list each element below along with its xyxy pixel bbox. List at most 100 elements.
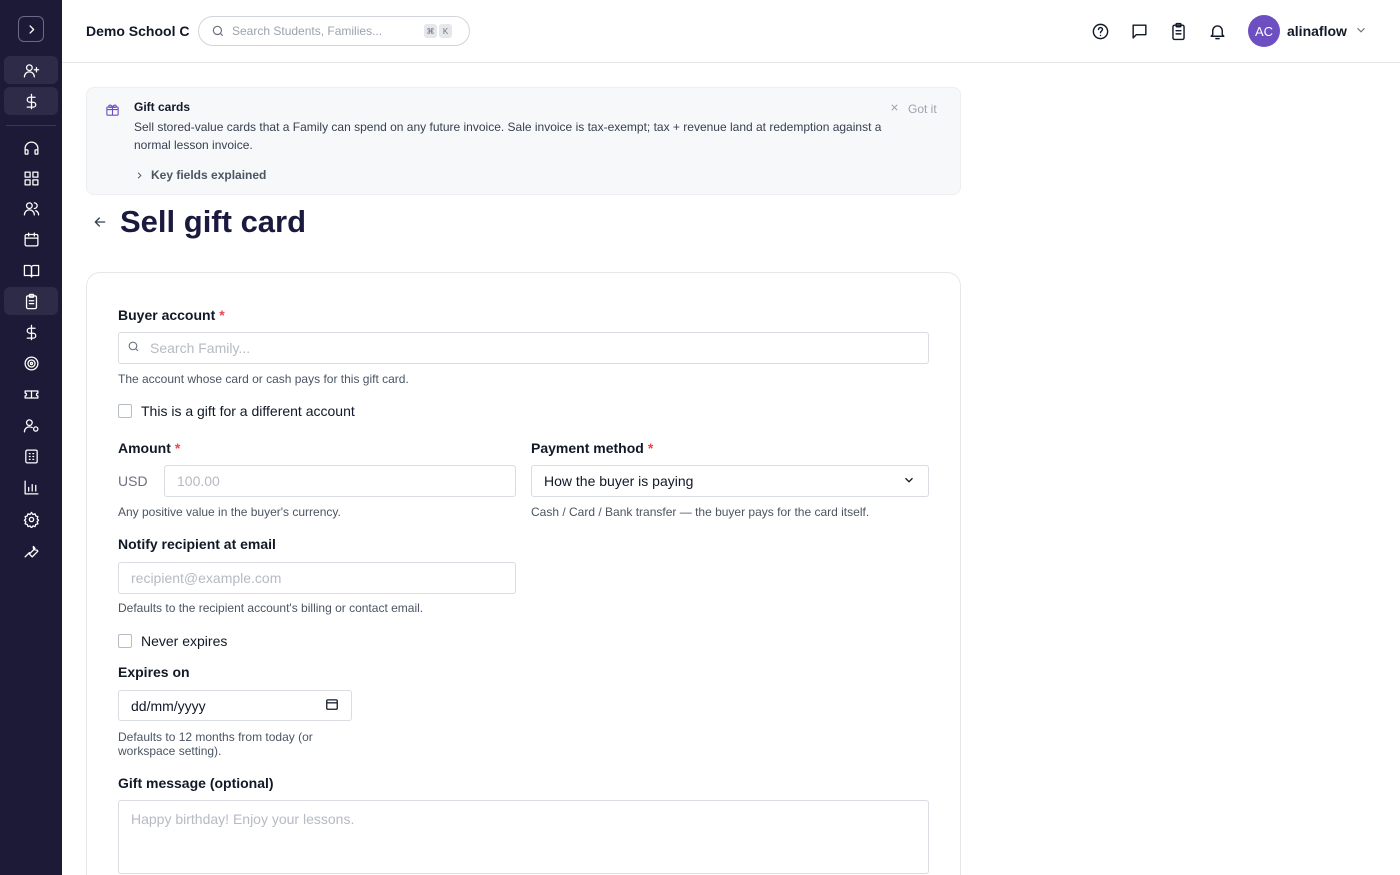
sidebar-toggle-button[interactable] xyxy=(18,16,44,42)
notifications-button[interactable] xyxy=(1206,20,1228,42)
payment-method-select[interactable]: How the buyer is paying xyxy=(531,465,929,497)
sidebar-item-reports[interactable] xyxy=(4,473,58,501)
sidebar-item-staff[interactable] xyxy=(4,411,58,439)
buyer-account-label-text: Buyer account xyxy=(118,307,216,323)
avatar[interactable]: AC xyxy=(1248,15,1280,47)
amount-placeholder: 100.00 xyxy=(177,473,220,489)
amount-help: Any positive value in the buyer's curren… xyxy=(118,505,341,519)
required-mark: * xyxy=(647,440,654,456)
sidebar-item-payments[interactable] xyxy=(4,318,58,346)
payment-method-label: Payment method * xyxy=(531,440,653,456)
sidebar-item-tickets[interactable] xyxy=(4,380,58,408)
payment-method-label-text: Payment method xyxy=(531,440,644,456)
chevron-down-icon xyxy=(902,473,916,490)
book-icon xyxy=(23,264,39,278)
arrow-left-icon xyxy=(94,217,106,227)
user-settings-icon xyxy=(23,418,39,433)
recipient-email-placeholder: recipient@example.com xyxy=(131,570,282,586)
wrench-icon xyxy=(23,545,39,558)
amount-input[interactable]: 100.00 xyxy=(164,465,516,497)
close-icon xyxy=(889,102,900,116)
payment-method-help: Cash / Card / Bank transfer — the buyer … xyxy=(531,505,870,519)
chevron-right-icon xyxy=(137,171,142,179)
sidebar-item-dashboard[interactable] xyxy=(4,164,58,192)
payment-method-value: How the buyer is paying xyxy=(544,473,694,489)
gear-icon xyxy=(23,511,39,528)
sidebar-divider xyxy=(6,125,56,126)
global-search-input[interactable]: Search Students, Families... ⌘ K xyxy=(198,16,470,46)
messages-button[interactable] xyxy=(1128,20,1150,42)
search-icon xyxy=(127,340,140,356)
chevron-right-icon xyxy=(28,24,34,34)
sidebar-item-support[interactable] xyxy=(4,134,58,162)
sidebar-item-add-user[interactable] xyxy=(4,56,58,84)
chevron-down-icon xyxy=(1357,27,1365,33)
checkbox-box[interactable] xyxy=(118,634,132,648)
sidebar xyxy=(0,0,62,875)
headset-icon xyxy=(23,140,39,155)
bell-icon xyxy=(1209,24,1225,39)
shortcut-key: ⌘ xyxy=(424,24,437,38)
building-icon xyxy=(24,448,38,464)
dismiss-banner-button[interactable]: Got it xyxy=(889,102,937,116)
search-placeholder: Search Students, Families... xyxy=(232,24,383,38)
sidebar-item-people[interactable] xyxy=(4,194,58,222)
gift-message-placeholder: Happy birthday! Enjoy your lessons. xyxy=(131,811,355,827)
sidebar-item-billing[interactable] xyxy=(4,87,58,115)
sidebar-item-tools[interactable] xyxy=(4,536,58,564)
gift-message-label: Gift message (optional) xyxy=(118,775,274,791)
dollar-icon xyxy=(26,93,36,109)
banner-title: Gift cards xyxy=(134,100,191,114)
expires-on-help: Defaults to 12 months from today (or wor… xyxy=(118,730,313,758)
back-button[interactable] xyxy=(92,214,110,232)
gift-icon xyxy=(105,102,121,118)
required-mark: * xyxy=(174,440,181,456)
clipboard-icon xyxy=(25,293,37,309)
tasks-button[interactable] xyxy=(1167,20,1189,42)
clipboard-icon xyxy=(1171,22,1185,40)
buyer-account-search-input[interactable]: Search Family... xyxy=(118,332,929,364)
required-mark: * xyxy=(219,307,225,323)
sidebar-item-locations[interactable] xyxy=(4,442,58,470)
sidebar-item-calendar[interactable] xyxy=(4,225,58,253)
key-fields-toggle[interactable]: Key fields explained xyxy=(134,168,266,182)
school-name: Demo School C xyxy=(86,23,190,39)
recipient-email-input[interactable]: recipient@example.com xyxy=(118,562,516,594)
ticket-icon xyxy=(23,389,39,399)
buyer-account-placeholder: Search Family... xyxy=(150,340,251,356)
sidebar-item-invoices[interactable] xyxy=(4,287,58,315)
calendar-icon[interactable] xyxy=(325,697,339,714)
top-header: Demo School C Search Students, Families.… xyxy=(62,0,1400,63)
key-fields-label: Key fields explained xyxy=(151,168,267,182)
checkbox-box[interactable] xyxy=(118,404,132,418)
gift-message-textarea[interactable]: Happy birthday! Enjoy your lessons. xyxy=(118,800,929,874)
never-expires-checkbox[interactable]: Never expires xyxy=(118,633,227,649)
dollar-icon xyxy=(26,324,36,340)
shortcut-key: K xyxy=(439,24,452,38)
chart-icon xyxy=(23,479,39,495)
help-button[interactable] xyxy=(1089,20,1111,42)
dashboard-icon xyxy=(23,170,39,186)
expires-on-date-input[interactable]: dd/mm/yyyy xyxy=(118,690,352,721)
notify-recipient-label: Notify recipient at email xyxy=(118,536,276,552)
sell-gift-card-form: Buyer account * Search Family... The acco… xyxy=(86,272,961,875)
user-menu-button[interactable] xyxy=(1354,23,1370,39)
expires-on-help-line: Defaults to 12 months from today (or xyxy=(118,730,313,744)
users-icon xyxy=(23,201,39,216)
amount-label-text: Amount xyxy=(118,440,171,456)
gift-checkbox-label: This is a gift for a different account xyxy=(141,403,355,419)
sidebar-item-goals[interactable] xyxy=(4,349,58,377)
chat-icon xyxy=(1131,23,1147,39)
gift-for-different-account-checkbox[interactable]: This is a gift for a different account xyxy=(118,403,355,419)
sidebar-item-lessons[interactable] xyxy=(4,256,58,284)
expires-on-label: Expires on xyxy=(118,664,190,680)
currency-label: USD xyxy=(118,473,148,489)
username[interactable]: alinaflow xyxy=(1287,23,1347,39)
target-icon xyxy=(23,355,39,371)
dismiss-label: Got it xyxy=(908,102,937,116)
banner-text: Sell stored-value cards that a Family ca… xyxy=(134,120,882,152)
help-icon xyxy=(1092,23,1108,39)
expires-on-help-line: workspace setting). xyxy=(118,744,222,758)
search-icon xyxy=(212,25,224,37)
sidebar-item-settings[interactable] xyxy=(4,505,58,533)
